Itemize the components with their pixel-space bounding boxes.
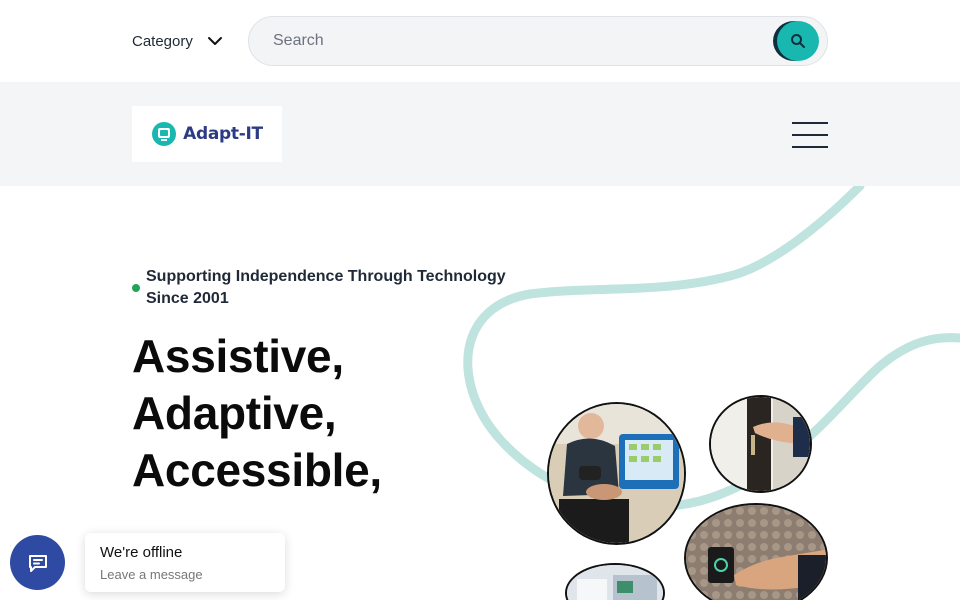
chat-subtitle: Leave a message	[100, 567, 203, 582]
man-using-communication-device-photo	[547, 402, 686, 545]
headline-line: Adaptive,	[132, 387, 337, 439]
search-input[interactable]	[249, 17, 779, 65]
tagline: Supporting Independence Through Technolo…	[132, 266, 532, 310]
tagline-line-1: Supporting Independence Through Technolo…	[146, 268, 506, 285]
hand-at-door-photo	[709, 395, 812, 493]
chevron-down-icon	[207, 37, 222, 45]
chat-status-card[interactable]: We're offline Leave a message	[85, 533, 285, 592]
status-dot	[132, 284, 140, 292]
search-icon	[791, 34, 805, 48]
headline-line: Assistive,	[132, 330, 344, 382]
search-bar	[248, 16, 828, 66]
top-bar: Category	[0, 0, 960, 82]
chat-button[interactable]	[10, 535, 65, 590]
logo-text: Adapt-IT	[183, 124, 263, 144]
logo[interactable]: Adapt-IT	[132, 106, 282, 162]
site-header: Adapt-IT	[0, 82, 960, 186]
hero-headline: Assistive, Adaptive, Accessible,	[132, 328, 382, 499]
category-label: Category	[132, 32, 193, 50]
search-button[interactable]	[777, 21, 819, 61]
logo-mark-icon	[152, 122, 177, 146]
headline-line: Accessible,	[132, 444, 382, 496]
chat-title: We're offline	[100, 544, 183, 561]
menu-icon[interactable]	[792, 122, 828, 148]
category-dropdown[interactable]: Category	[132, 30, 223, 52]
tagline-line-2: Since 2001	[146, 290, 229, 307]
chat-icon	[28, 554, 47, 572]
